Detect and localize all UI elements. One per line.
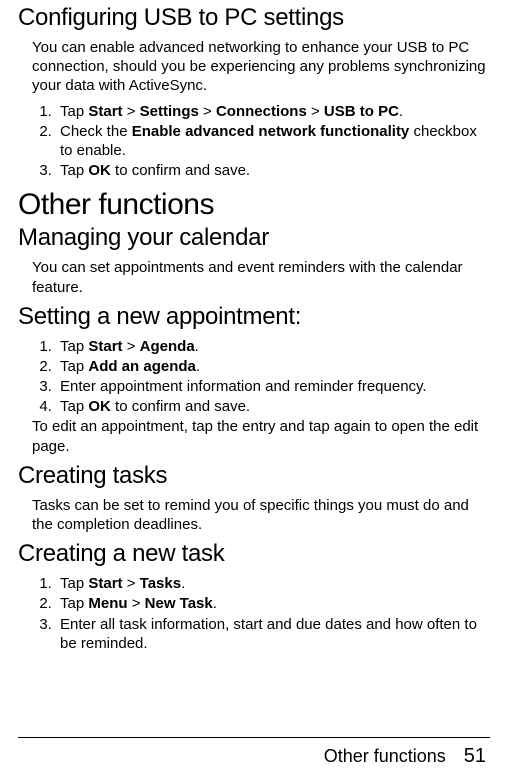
step-2: Tap Menu > New Task. — [56, 594, 490, 613]
heading-calendar: Managing your calendar — [18, 224, 490, 252]
step-2: Check the Enable advanced network functi… — [56, 122, 490, 160]
intro-tasks: Tasks can be set to remind you of specif… — [32, 496, 490, 534]
heading-new-task: Creating a new task — [18, 540, 490, 568]
intro-calendar: You can set appointments and event remin… — [32, 258, 490, 296]
footer-divider — [18, 737, 490, 738]
step-3: Enter all task information, start and du… — [56, 615, 490, 653]
step-1: Tap Start > Tasks. — [56, 574, 490, 593]
heading-usb-settings: Configuring USB to PC settings — [18, 4, 490, 32]
step-1: Tap Start > Agenda. — [56, 337, 490, 356]
step-1: Tap Start > Settings > Connections > USB… — [56, 102, 490, 121]
steps-appointment: Tap Start > Agenda. Tap Add an agenda. E… — [56, 337, 490, 417]
step-2: Tap Add an agenda. — [56, 357, 490, 376]
heading-other-functions: Other functions — [18, 188, 490, 222]
step-4: Tap OK to confirm and save. — [56, 397, 490, 416]
step-3: Enter appointment information and remind… — [56, 377, 490, 396]
step-3: Tap OK to confirm and save. — [56, 161, 490, 180]
heading-appointment: Setting a new appointment: — [18, 303, 490, 331]
heading-tasks: Creating tasks — [18, 462, 490, 490]
steps-new-task: Tap Start > Tasks. Tap Menu > New Task. … — [56, 574, 490, 653]
footer-title: Other functions — [324, 746, 446, 767]
steps-usb: Tap Start > Settings > Connections > USB… — [56, 102, 490, 181]
intro-usb: You can enable advanced networking to en… — [32, 38, 490, 96]
note-appointment: To edit an appointment, tap the entry an… — [32, 417, 490, 455]
footer-page-number: 51 — [464, 745, 486, 768]
page-footer: Other functions 51 — [324, 745, 486, 768]
